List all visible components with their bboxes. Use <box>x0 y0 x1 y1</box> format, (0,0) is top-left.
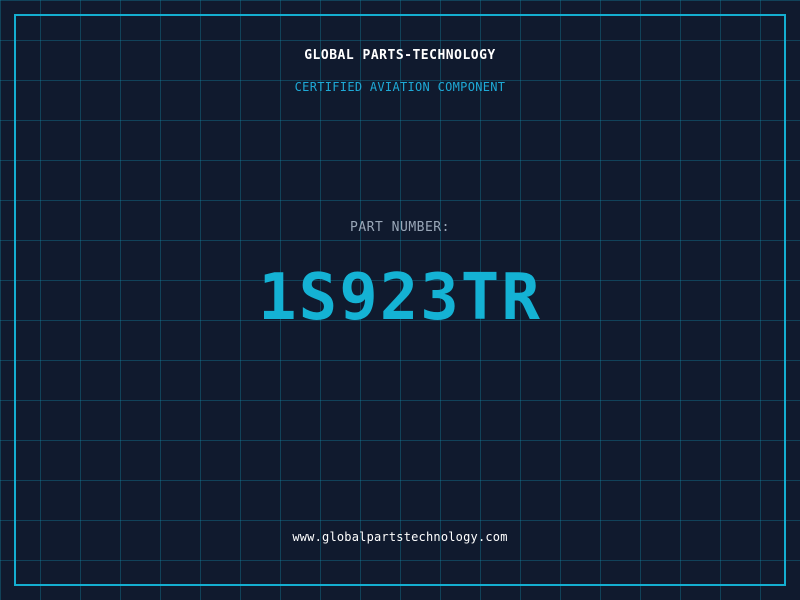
part-number-label: PART NUMBER: <box>350 220 450 235</box>
part-number-value: 1S923TR <box>258 261 542 335</box>
website-url: www.globalpartstechnology.com <box>292 530 508 544</box>
company-name: GLOBAL PARTS-TECHNOLOGY <box>304 48 496 63</box>
label-card: GLOBAL PARTS-TECHNOLOGY CERTIFIED AVIATI… <box>0 0 800 600</box>
certification-subtitle: CERTIFIED AVIATION COMPONENT <box>294 80 506 94</box>
